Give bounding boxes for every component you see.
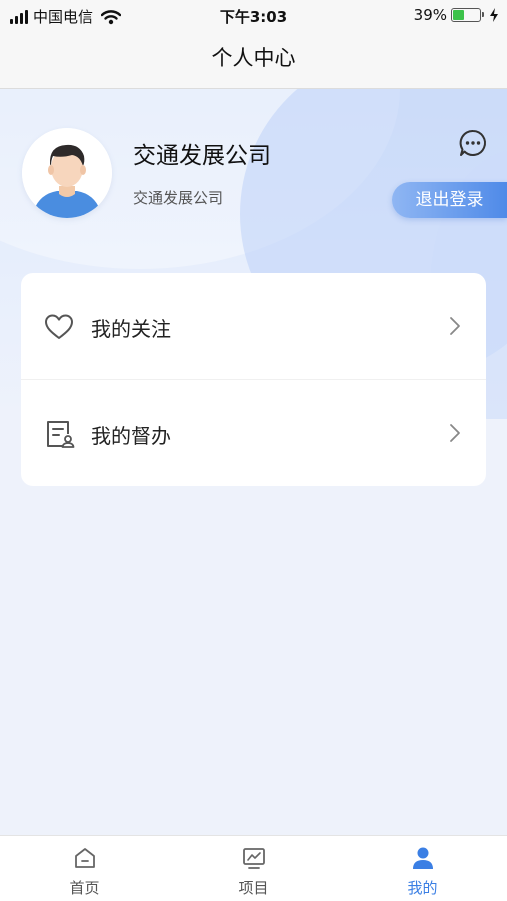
menu-item-label: 我的关注 <box>91 317 171 341</box>
tab-label: 首页 <box>69 879 100 897</box>
tab-home[interactable]: 首页 <box>0 836 169 901</box>
project-chart-icon <box>243 848 265 869</box>
avatar[interactable] <box>22 128 112 218</box>
user-name: 交通发展公司 <box>133 143 271 169</box>
home-icon <box>75 848 95 868</box>
battery-percent: 39% <box>413 6 447 24</box>
menu-card: 我的关注 我的督办 <box>21 273 486 486</box>
chevron-right-icon <box>450 424 460 442</box>
status-bar: 中国电信 下午3:03 39% <box>0 0 507 30</box>
tab-label: 我的 <box>407 879 438 897</box>
chevron-right-icon <box>450 317 460 335</box>
user-avatar-icon <box>22 128 112 218</box>
nav-bar: 个人中心 <box>0 30 507 89</box>
status-right: 39% <box>414 6 499 24</box>
charging-icon <box>490 8 498 22</box>
page-title: 个人中心 <box>211 46 296 70</box>
tab-projects[interactable]: 项目 <box>169 836 338 901</box>
tab-bar: 首页 项目 我的 <box>0 835 507 901</box>
menu-item-label: 我的督办 <box>91 424 171 448</box>
message-icon <box>459 129 486 156</box>
menu-item-follows[interactable]: 我的关注 <box>21 273 486 380</box>
battery-icon <box>451 8 484 22</box>
message-button[interactable] <box>458 128 488 158</box>
tab-label: 项目 <box>238 879 269 897</box>
logout-button[interactable]: 退出登录 <box>392 182 507 218</box>
supervise-doc-icon <box>47 421 75 448</box>
tab-mine[interactable]: 我的 <box>338 836 507 901</box>
heart-icon <box>45 314 73 339</box>
user-organization: 交通发展公司 <box>133 189 224 207</box>
user-icon <box>413 847 433 869</box>
menu-item-supervision[interactable]: 我的督办 <box>21 380 486 486</box>
